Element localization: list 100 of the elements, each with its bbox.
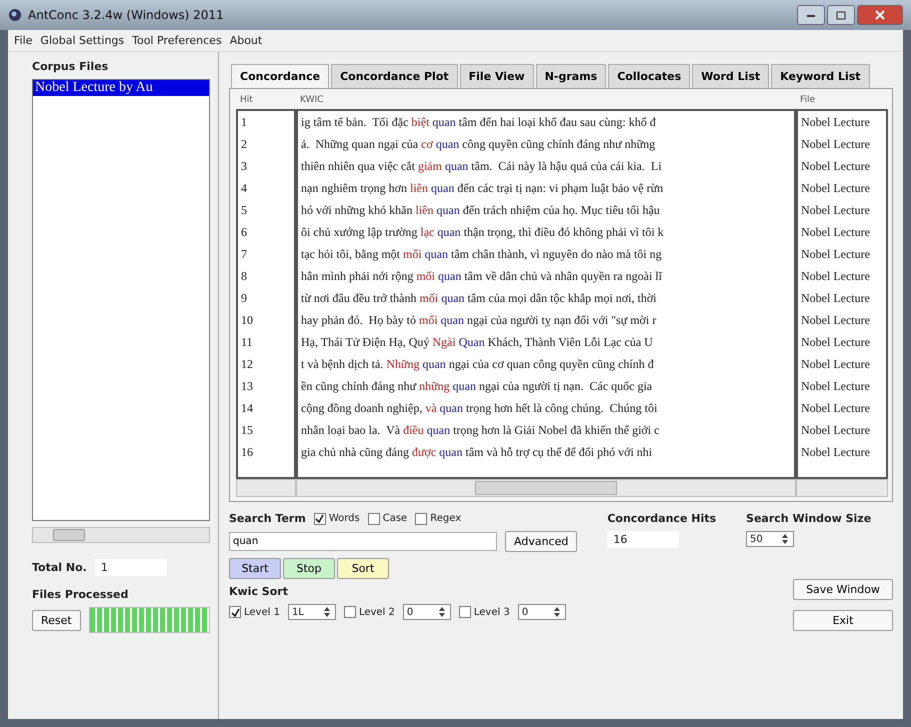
table-cell-text: Nobel Lecture — [800, 400, 871, 417]
reset-button[interactable]: Reset — [32, 610, 81, 630]
scrollbar[interactable] — [296, 479, 796, 497]
table-cell-text: 2 — [240, 136, 248, 153]
checkbox[interactable] — [229, 606, 241, 618]
table-cell-text: Nobel Lecture — [800, 334, 871, 351]
table-cell-text: ả. Những quan ngại của cơ quan công quyền cũng chính đáng như những — [300, 136, 656, 153]
table-cell-text: 16 — [240, 444, 254, 461]
table-cell-text: 7 — [240, 246, 248, 263]
spinner-field[interactable]: 1L — [288, 604, 336, 620]
checkbox-label: Regex — [430, 513, 462, 524]
table-cell-text: Nobel Lecture — [800, 422, 871, 439]
table-cell-text: từ nơi đâu đều trở thành mối quan tâm của mọi dân tộc khắp mọi nơi, thời — [300, 290, 658, 307]
table-cell-text: Nobel Lecture — [800, 290, 871, 307]
menu-item[interactable]: About — [230, 34, 262, 47]
column-header[interactable]: KWIC — [296, 93, 796, 109]
tab[interactable]: Collocates — [608, 64, 690, 88]
column-header[interactable]: File — [796, 93, 888, 109]
checkbox[interactable] — [368, 512, 380, 524]
menu-item[interactable]: File — [14, 34, 32, 47]
table-cell-text: Nobel Lecture — [800, 202, 871, 219]
checkbox[interactable] — [458, 606, 471, 618]
scrollbar[interactable] — [796, 479, 888, 497]
spin-arrows-icon[interactable] — [780, 533, 790, 545]
table-cell-text: thiên nhiên qua việc cắt giảm quan tâm. Cái này là hậu quả của cái kia. Li — [300, 158, 663, 175]
app-icon — [8, 8, 22, 22]
table-cell-text: Nobel Lecture — [800, 444, 871, 461]
checkbox[interactable] — [344, 606, 356, 618]
table-cell-text: 1 — [240, 114, 248, 131]
table-cell-text: 15 — [240, 422, 254, 439]
menu-item[interactable]: Tool Preferences — [132, 34, 222, 47]
section-label: Kwic Sort — [229, 585, 289, 598]
table-cell-text: Nobel Lecture — [800, 268, 871, 285]
table-cell-text: 6 — [240, 224, 248, 241]
section-label: Files Processed — [32, 588, 130, 601]
field-label: Total No. — [32, 561, 87, 574]
list-item[interactable]: Nobel Lecture by Au — [33, 80, 209, 96]
table-cell-text: 10 — [240, 312, 254, 329]
table-cell-text: Nobel Lecture — [800, 158, 871, 175]
table-cell-text: 4 — [240, 180, 248, 197]
table-cell-text: nạn nghiêm trọng hơn liên quan đến các trại tị nạn: vi phạm luật bảo vệ rừn — [300, 180, 664, 197]
tab[interactable]: Concordance Plot — [331, 64, 458, 88]
spinner-field[interactable]: 50 — [746, 531, 794, 547]
table-cell-text: Nobel Lecture — [800, 378, 871, 395]
table-cell-text: Nobel Lecture — [800, 356, 871, 373]
section-label: Corpus Files — [32, 60, 110, 73]
table-cell-text: ền cũng chính đáng như những quan ngại của người tị nạn. Các quốc gia — [300, 378, 654, 395]
table-cell-text: hó với những khó khăn liên quan đến trách nhiệm của họ. Mục tiêu tối hậu — [300, 202, 661, 219]
checkbox-label: Level 3 — [474, 606, 510, 618]
tab[interactable]: Concordance — [231, 64, 330, 88]
tab[interactable]: File View — [460, 64, 534, 88]
minimize-button[interactable] — [797, 5, 825, 25]
table-cell-text: 5 — [240, 202, 248, 219]
checkbox[interactable] — [314, 512, 326, 524]
count-field: 16 — [607, 531, 680, 548]
table-cell-text: 8 — [240, 268, 248, 285]
advanced-button[interactable]: Advanced — [505, 531, 578, 552]
table-cell-text: 13 — [240, 378, 254, 395]
table-cell-text: Nobel Lecture — [800, 114, 871, 131]
count-field: 1 — [94, 559, 167, 576]
window-button[interactable]: Exit — [793, 610, 893, 631]
maximize-icon — [836, 10, 846, 20]
maximize-button[interactable] — [827, 5, 855, 25]
column-header[interactable]: Hit — [236, 93, 296, 109]
menu-item[interactable]: Global Settings — [40, 34, 124, 47]
table-cell-text: ôi chủ xướng lập trường lạc quan thận trọng, thì điều đó không phải vì tôi k — [300, 224, 665, 241]
table-cell-text: 11 — [240, 334, 254, 351]
table-cell-text: 12 — [240, 356, 254, 373]
action-button[interactable]: Stop — [283, 558, 335, 579]
scrollbar[interactable] — [236, 479, 296, 497]
window-title: AntConc 3.2.4w (Windows) 2011 — [28, 8, 224, 22]
tab[interactable]: N-grams — [536, 64, 606, 88]
spin-arrows-icon[interactable] — [552, 606, 562, 618]
table-cell-text: hay phản đó. Họ bày tỏ mối quan ngại của người tỵ nạn đối với "sự mời r — [300, 312, 658, 329]
table-cell-text: 3 — [240, 158, 248, 175]
table-cell-text: Nobel Lecture — [800, 246, 871, 263]
table-cell-text: Hạ, Thái Tử Điện Hạ, Quý Ngài Quan Khách, Thành Viên Lỗi Lạc của U — [300, 334, 654, 351]
field-label: Search Term — [229, 512, 306, 525]
window-button[interactable]: Save Window — [793, 579, 893, 600]
spin-arrows-icon[interactable] — [322, 606, 332, 618]
spin-arrows-icon[interactable] — [436, 606, 447, 618]
action-button[interactable]: Start — [229, 558, 281, 579]
close-button[interactable] — [857, 5, 903, 25]
spinner-field[interactable]: 0 — [518, 604, 566, 620]
spinner-field[interactable]: 0 — [402, 604, 451, 620]
table-cell-text: t và bệnh dịch tả. Những quan ngại của cơ quan công quyền cũng chính đ — [300, 356, 655, 373]
table-cell-text: ig tâm tế bản. Tối đặc biệt quan tâm đến hai loại khổ đau sau cùng: khổ đ — [300, 114, 657, 131]
table-cell-text: Nobel Lecture — [800, 312, 871, 329]
tab[interactable]: Word List — [692, 64, 770, 88]
search-field[interactable]: quan — [229, 532, 497, 551]
scrollbar[interactable] — [32, 527, 210, 543]
tab[interactable]: Keyword List — [771, 64, 870, 88]
table-cell-text: 9 — [240, 290, 248, 307]
checkbox-label: Level 2 — [358, 606, 395, 618]
table-cell-text: Nobel Lecture — [800, 180, 871, 197]
checkbox[interactable] — [415, 512, 428, 524]
close-icon — [875, 10, 885, 20]
action-button[interactable]: Sort — [337, 558, 389, 579]
minimize-icon — [806, 12, 816, 18]
checkbox-label: Level 1 — [244, 606, 280, 618]
